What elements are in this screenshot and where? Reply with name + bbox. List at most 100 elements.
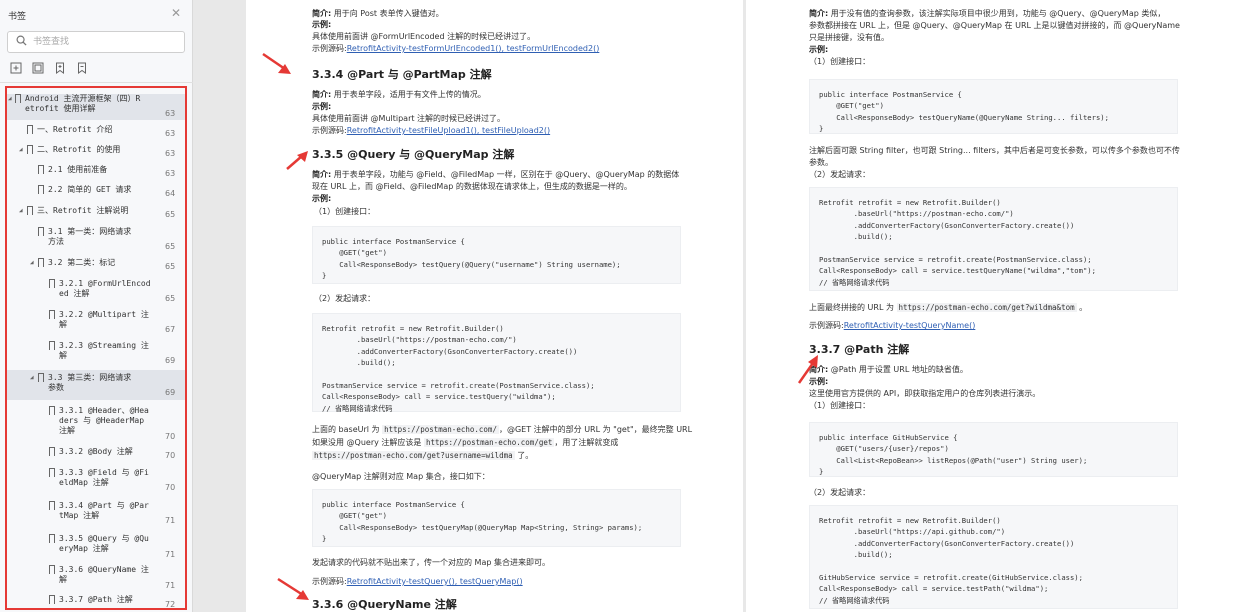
toc-item[interactable]: 3.2.2 @Multipart 注 解 67 (7, 310, 185, 336)
bookmark-icon (27, 206, 33, 215)
source-line: 示例源码:RetrofitActivity-testFileUpload1(),… (312, 126, 551, 135)
text-line: 上面的 baseUrl 为 https://postman-echo.com/，… (312, 425, 693, 434)
toc-item[interactable]: 3.2.1 @FormUrlEncod ed 注解 65 (7, 279, 185, 305)
bookmark-search-input[interactable] (33, 34, 178, 50)
code-block: public interface PostmanService { @GET("… (312, 489, 681, 547)
bookmark-icon (49, 534, 55, 543)
text-line: 如果没用 @Query 注解应该是 https://postman-echo.c… (312, 438, 619, 447)
bookmark-icon (49, 406, 55, 415)
red-arrow-icon (797, 355, 818, 384)
step-label: （1）创建接口： (809, 57, 871, 66)
text-line: https://postman-echo.com/get?username=wi… (312, 451, 534, 460)
text-line: 具体使用前面讲 @FormUrlEncoded 注解的时候已经讲过了。 (312, 32, 536, 41)
step-label: （2）发起请求： (809, 170, 871, 179)
bookmark-icon (27, 145, 33, 154)
step-label: （2）发起请求： (809, 488, 871, 497)
red-arrow-icon (286, 151, 308, 170)
bookmark-icon (49, 565, 55, 574)
step-label: （2）发起请求： (314, 294, 376, 303)
bookmark-sidebar: 书签 ✕ ◢ Android 主流开源框架（四）R etrofit 使用详解 6… (0, 0, 193, 612)
bookmark-icon (38, 185, 44, 194)
intro-line: 简介: 用于向 Post 表单传入键值对。 (312, 9, 444, 18)
section-heading-3-3-7: 3.3.7 @Path 注解 (809, 343, 910, 356)
text-line: 这里使用官方提供的 API，即获取指定用户的仓库列表进行演示。 (809, 389, 1041, 398)
source-link[interactable]: RetrofitActivity-testQuery(), testQueryM… (347, 577, 523, 586)
toc-item[interactable]: 3.3.1 @Header、@Hea ders 与 @HeaderMap 注解 … (7, 406, 185, 442)
bookmark-icon (49, 595, 55, 604)
step-label: （1）创建接口： (809, 401, 871, 410)
toc-item[interactable]: 3.3.3 @Field 与 @Fi eldMap 注解 70 (7, 468, 185, 494)
source-line: 示例源码:RetrofitActivity-testFormUrlEncoded… (312, 44, 600, 53)
bookmark-icon (27, 125, 33, 134)
collapse-arrow-icon[interactable]: ◢ (30, 258, 34, 268)
text-line: 现在 URL 上，而 @Field、@FiledMap 的数据体现在请求体上，但… (312, 182, 632, 191)
text-line: 具体使用前面讲 @Multipart 注解的时候已经讲过了。 (312, 114, 506, 123)
toc-item[interactable]: ◢ 3.3 第三类：网络请求 参数 69 (7, 370, 185, 400)
toc-item[interactable]: ◢ 二、Retrofit 的使用 63 (7, 145, 185, 159)
text-line: 上面最终拼接的 URL 为 https://postman-echo.com/g… (809, 303, 1088, 312)
source-link[interactable]: RetrofitActivity-testFormUrlEncoded1(), … (347, 44, 600, 53)
example-label: 示例: (809, 45, 829, 54)
code-block: public interface PostmanService { @GET("… (312, 226, 681, 284)
collapse-arrow-icon[interactable]: ◢ (30, 373, 34, 383)
toc-item[interactable]: 2.1 使用前准备 63 (7, 165, 185, 179)
delete-bookmark-icon[interactable] (76, 62, 88, 74)
section-heading-3-3-5: 3.3.5 @Query 与 @QueryMap 注解 (312, 148, 515, 161)
toc-item[interactable]: ◢ Android 主流开源框架（四）R etrofit 使用详解 63 (7, 94, 185, 120)
code-block: Retrofit retrofit = new Retrofit.Builder… (312, 313, 681, 413)
source-link[interactable]: RetrofitActivity-testQueryName() (844, 321, 976, 330)
bookmark-tree: ◢ Android 主流开源框架（四）R etrofit 使用详解 63 一、R… (5, 86, 187, 610)
source-link[interactable]: RetrofitActivity-testFileUpload1(), test… (347, 126, 550, 135)
section-heading-3-3-4: 3.3.4 @Part 与 @PartMap 注解 (312, 68, 492, 81)
toc-item[interactable]: 3.3.2 @Body 注解 70 (7, 447, 185, 461)
text-line: 只是拼接键，没有值。 (809, 33, 889, 42)
bookmark-icon (15, 94, 21, 103)
example-label: 示例: (312, 102, 332, 111)
toc-item[interactable]: 3.3.7 @Path 注解 72 (7, 595, 185, 608)
collapse-arrow-icon[interactable]: ◢ (8, 94, 12, 104)
red-arrow-icon (277, 577, 309, 600)
bookmark-search-box[interactable] (7, 31, 185, 53)
toc-item[interactable]: ◢ 3.2 第二类：标记 65 (7, 258, 185, 272)
toc-item[interactable]: 3.2.3 @Streaming 注 解 69 (7, 341, 185, 367)
bookmark-icon (49, 468, 55, 477)
source-line: 示例源码:RetrofitActivity-testQueryName() (809, 321, 976, 330)
expand-all-icon[interactable] (10, 62, 22, 74)
bookmark-icon (49, 341, 55, 350)
text-line: 参数都拼接在 URL 上，但是 @Query、@QueryMap 在 URL 上… (809, 21, 1180, 30)
search-icon (16, 35, 27, 46)
toc-item[interactable]: 2.2 简单的 GET 请求 64 (7, 185, 185, 199)
bookmark-toolbar (10, 62, 88, 74)
code-block: Retrofit retrofit = new Retrofit.Builder… (809, 505, 1178, 609)
sidebar-divider (0, 82, 193, 83)
text-line: 发起请求的代码就不贴出来了，传一个对应的 Map 集合进来即可。 (312, 558, 550, 567)
bookmark-icon (49, 447, 55, 456)
bookmark-icon (49, 279, 55, 288)
toc-item[interactable]: 3.1 第一类：网络请求 方法 65 (7, 227, 185, 253)
collapse-arrow-icon[interactable]: ◢ (19, 206, 23, 216)
text-line: 注解后面可跟 String filter，也可跟 String... filte… (809, 146, 1180, 155)
bookmark-icon (49, 501, 55, 510)
document-page-2: 简介: 用于没有值的查询参数，该注解实际项目中很少用到，功能与 @Query、@… (746, 0, 1240, 612)
add-bookmark-icon[interactable] (54, 62, 66, 74)
example-label: 示例: (312, 20, 332, 29)
bookmark-icon (38, 165, 44, 174)
red-arrow-icon (262, 52, 291, 74)
toc-item[interactable]: 3.3.5 @Query 与 @Qu eryMap 注解 71 (7, 531, 185, 561)
intro-line: 简介: 用于表单字段，适用于有文件上传的情况。 (312, 90, 486, 99)
section-heading-3-3-6: 3.3.6 @QueryName 注解 (312, 598, 457, 611)
toc-item[interactable]: 3.3.6 @QueryName 注 解 71 (7, 565, 185, 591)
sidebar-title: 书签 (8, 12, 27, 22)
collapse-all-icon[interactable] (32, 62, 44, 74)
toc-item[interactable]: ◢ 三、Retrofit 注解说明 65 (7, 206, 185, 220)
text-line: @QueryMap 注解则对应 Map 集合，接口如下： (312, 472, 490, 481)
code-block: Retrofit retrofit = new Retrofit.Builder… (809, 187, 1178, 291)
intro-line: 简介: 用于没有值的查询参数，该注解实际项目中很少用到，功能与 @Query、@… (809, 9, 1166, 18)
bookmark-icon (49, 310, 55, 319)
collapse-arrow-icon[interactable]: ◢ (19, 145, 23, 155)
toc-item[interactable]: 3.3.4 @Part 与 @Par tMap 注解 71 (7, 501, 185, 527)
example-label: 示例: (312, 194, 332, 203)
toc-item[interactable]: 一、Retrofit 介绍 63 (7, 125, 185, 139)
bookmark-icon (38, 258, 44, 267)
close-icon[interactable]: ✕ (171, 6, 181, 20)
